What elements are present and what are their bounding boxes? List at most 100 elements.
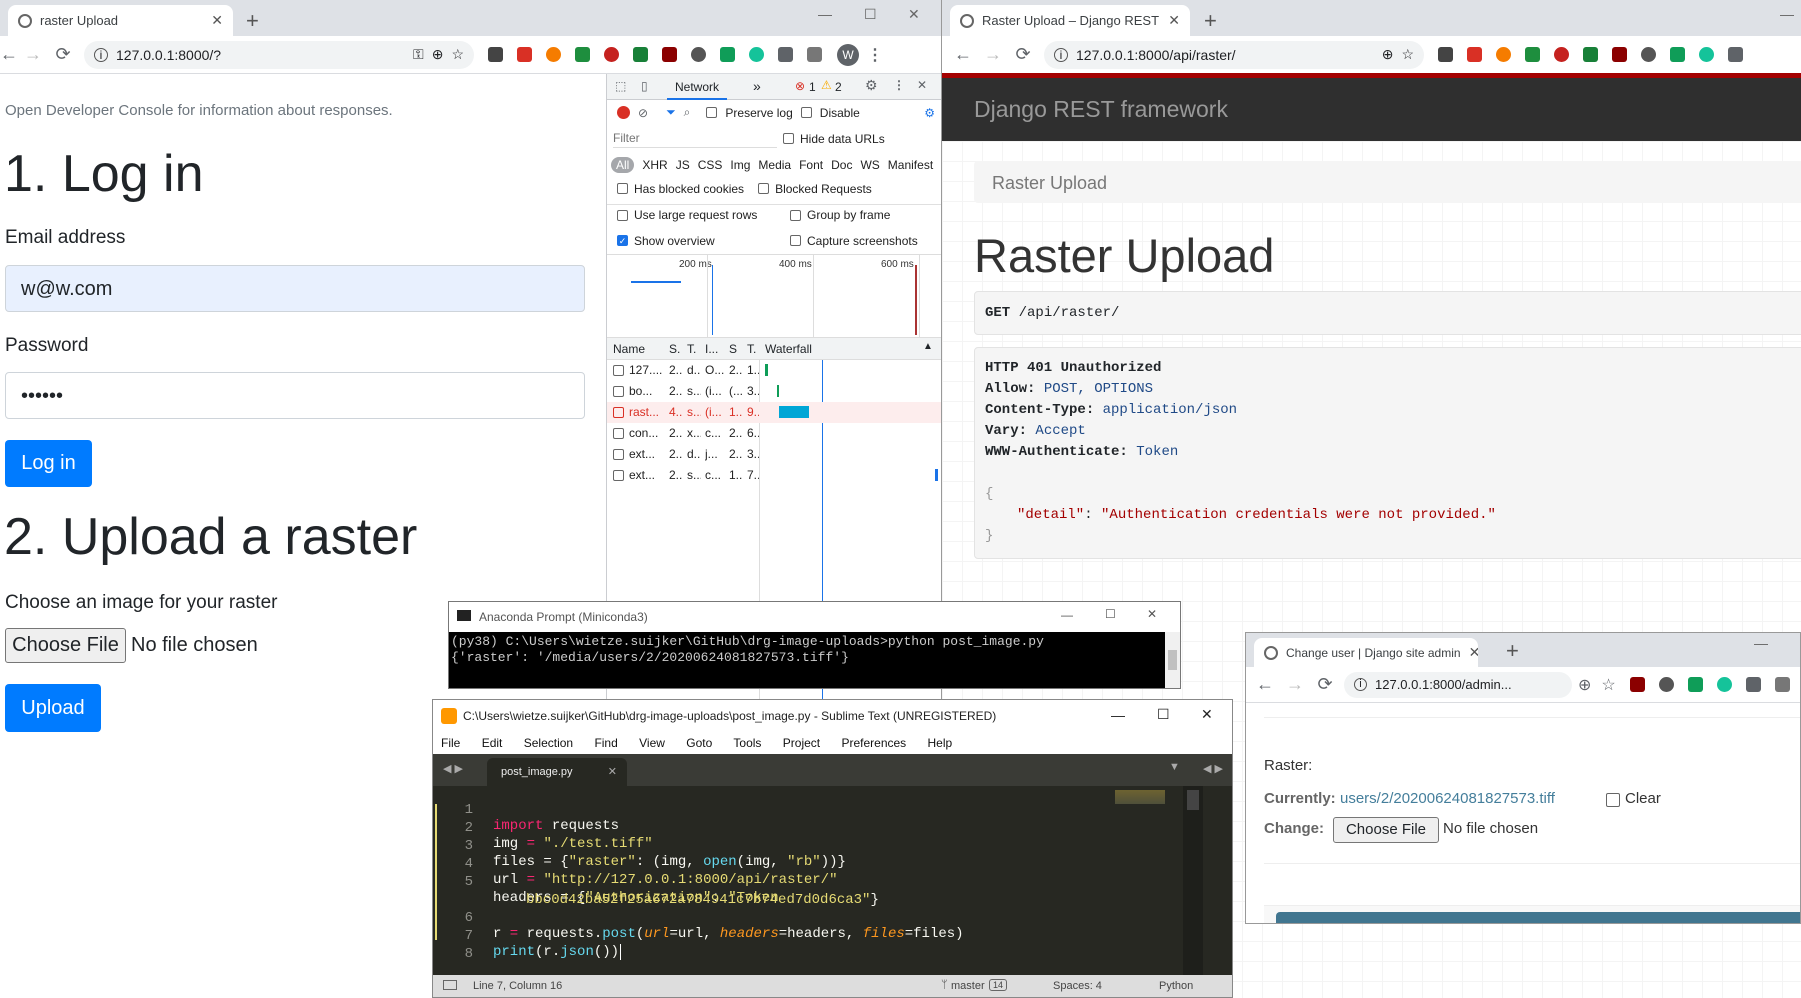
type-css[interactable]: CSS: [698, 158, 723, 172]
scrollbar-thumb[interactable]: [1168, 650, 1177, 670]
menu-item[interactable]: Find: [594, 736, 617, 750]
tab-nav-icon[interactable]: ◀ ▶: [443, 762, 463, 775]
blocked-cookies-checkbox[interactable]: [617, 183, 628, 194]
devtools-close-icon[interactable]: ✕: [917, 78, 927, 92]
choose-file-button[interactable]: Choose File: [1333, 817, 1439, 843]
extension-orange-icon[interactable]: [546, 47, 561, 62]
reload-icon[interactable]: ⟳: [48, 44, 78, 65]
close-tab-icon[interactable]: ✕: [211, 12, 223, 29]
password-field[interactable]: ••••••: [5, 372, 585, 419]
maximize-icon[interactable]: ☐: [1105, 607, 1116, 621]
clear-checkbox[interactable]: [1606, 793, 1620, 807]
code-editor[interactable]: 1 import requests 2 img = "./test.tiff" …: [433, 786, 1183, 976]
more-tabs-icon[interactable]: »: [753, 78, 761, 94]
upload-button[interactable]: Upload: [5, 684, 101, 732]
record-icon[interactable]: [617, 106, 630, 119]
search-icon[interactable]: ⌕: [684, 105, 691, 120]
zoom-icon[interactable]: ⊕: [1382, 46, 1394, 63]
syntax-mode[interactable]: Python: [1159, 980, 1193, 992]
extension-shield-icon[interactable]: [488, 47, 503, 62]
close-tab-icon[interactable]: ✕: [608, 765, 617, 778]
table-row[interactable]: 127.... 2... d... O... 2... 1...: [607, 360, 941, 381]
extension-green-icon[interactable]: [633, 47, 648, 62]
extension-dark-icon[interactable]: [691, 47, 706, 62]
editor-scrollbar[interactable]: [1183, 786, 1203, 976]
extension-red-icon[interactable]: [1467, 47, 1482, 62]
minimize-icon[interactable]: —: [818, 6, 832, 22]
menu-item[interactable]: File: [441, 736, 460, 750]
close-window-icon[interactable]: ✕: [1201, 706, 1213, 723]
type-media[interactable]: Media: [758, 158, 791, 172]
new-tab-icon[interactable]: +: [246, 8, 259, 34]
extension-green-icon[interactable]: [1583, 47, 1598, 62]
devtools-menu-icon[interactable]: ⋮: [893, 78, 905, 92]
type-xhr[interactable]: XHR: [642, 158, 667, 172]
extension-red-icon[interactable]: [517, 47, 532, 62]
table-row[interactable]: rast... 4... s... (i... 1... 9...: [607, 402, 941, 423]
media-icon[interactable]: [1774, 677, 1790, 692]
puzzle-icon[interactable]: [1745, 677, 1761, 692]
close-window-icon[interactable]: ✕: [908, 6, 920, 23]
login-button[interactable]: Log in: [5, 440, 92, 487]
type-font[interactable]: Font: [799, 158, 823, 172]
tab-scroll-icon[interactable]: ◀ ▶: [1203, 762, 1223, 775]
disable-cache-checkbox[interactable]: [800, 107, 812, 118]
col-type[interactable]: T.: [687, 342, 696, 356]
hide-data-urls-checkbox[interactable]: [783, 133, 794, 144]
table-row[interactable]: ext... 2... s... c... 1... 7...: [607, 465, 941, 486]
close-tab-icon[interactable]: ✕: [1469, 644, 1478, 661]
file-tab[interactable]: post_image.py ✕: [487, 758, 627, 786]
type-ws[interactable]: WS: [860, 158, 879, 172]
zoom-icon[interactable]: ⊕: [1578, 675, 1591, 695]
menu-item[interactable]: Goto: [686, 736, 712, 750]
blocked-requests-checkbox[interactable]: [758, 183, 770, 194]
settings-gear-icon[interactable]: ⚙: [865, 77, 878, 94]
warning-count[interactable]: 2: [835, 80, 842, 94]
filter-input[interactable]: [613, 129, 777, 148]
minimize-icon[interactable]: —: [1754, 635, 1768, 651]
git-branch[interactable]: master: [951, 980, 985, 992]
sheets-icon[interactable]: [1670, 47, 1685, 62]
forward-icon[interactable]: →: [978, 44, 1008, 65]
kebab-menu-icon[interactable]: ⋮: [867, 45, 883, 65]
minimize-icon[interactable]: —: [1061, 608, 1073, 622]
browser-tab[interactable]: Change user | Django site admin ✕: [1254, 638, 1478, 667]
maximize-icon[interactable]: ☐: [864, 6, 877, 23]
extension-orange-icon[interactable]: [1496, 47, 1511, 62]
minimap[interactable]: [1107, 786, 1167, 976]
email-field[interactable]: w@w.com: [5, 265, 585, 312]
back-icon[interactable]: ←: [948, 44, 978, 65]
zoom-icon[interactable]: ⊕: [432, 46, 444, 63]
close-window-icon[interactable]: ✕: [1147, 607, 1157, 621]
sort-ascending-icon[interactable]: ▲: [923, 341, 933, 352]
preserve-log-checkbox[interactable]: [706, 107, 718, 118]
menu-item[interactable]: Tools: [733, 736, 761, 750]
menu-item[interactable]: Project: [783, 736, 820, 750]
extension-dark-icon[interactable]: [1658, 677, 1674, 692]
new-tab-icon[interactable]: +: [1204, 8, 1217, 34]
address-bar[interactable]: i 127.0.0.1:8000/? ⚿ ⊕ ☆: [84, 40, 474, 69]
forward-icon[interactable]: →: [1280, 674, 1310, 695]
table-row[interactable]: bo... 2... s... (i... (... 3...: [607, 381, 941, 402]
network-settings-icon[interactable]: ⚙: [924, 106, 935, 120]
tab-network[interactable]: Network: [667, 80, 728, 100]
puzzle-icon[interactable]: [778, 47, 793, 62]
inspect-icon[interactable]: ⬚: [615, 79, 626, 93]
back-icon[interactable]: ←: [0, 44, 18, 65]
minimize-icon[interactable]: —: [1111, 707, 1125, 723]
type-manifest[interactable]: Manifest: [888, 158, 933, 172]
extension-download-icon[interactable]: [575, 47, 590, 62]
table-row[interactable]: con... 2... x... c... 2... 6...: [607, 423, 941, 444]
sheets-icon[interactable]: [720, 47, 735, 62]
minimize-icon[interactable]: —: [1780, 6, 1794, 22]
star-icon[interactable]: ☆: [451, 46, 464, 63]
avatar[interactable]: W: [837, 43, 859, 66]
address-bar[interactable]: i 127.0.0.1:8000/api/raster/ ⊕ ☆: [1044, 40, 1424, 69]
type-doc[interactable]: Doc: [831, 158, 852, 172]
pdf-icon[interactable]: [1612, 47, 1627, 62]
extension-shield-icon[interactable]: [1438, 47, 1453, 62]
menu-item[interactable]: View: [639, 736, 665, 750]
menu-item[interactable]: Help: [928, 736, 953, 750]
sheets-icon[interactable]: [1687, 677, 1703, 692]
adblock-icon[interactable]: [604, 47, 619, 62]
